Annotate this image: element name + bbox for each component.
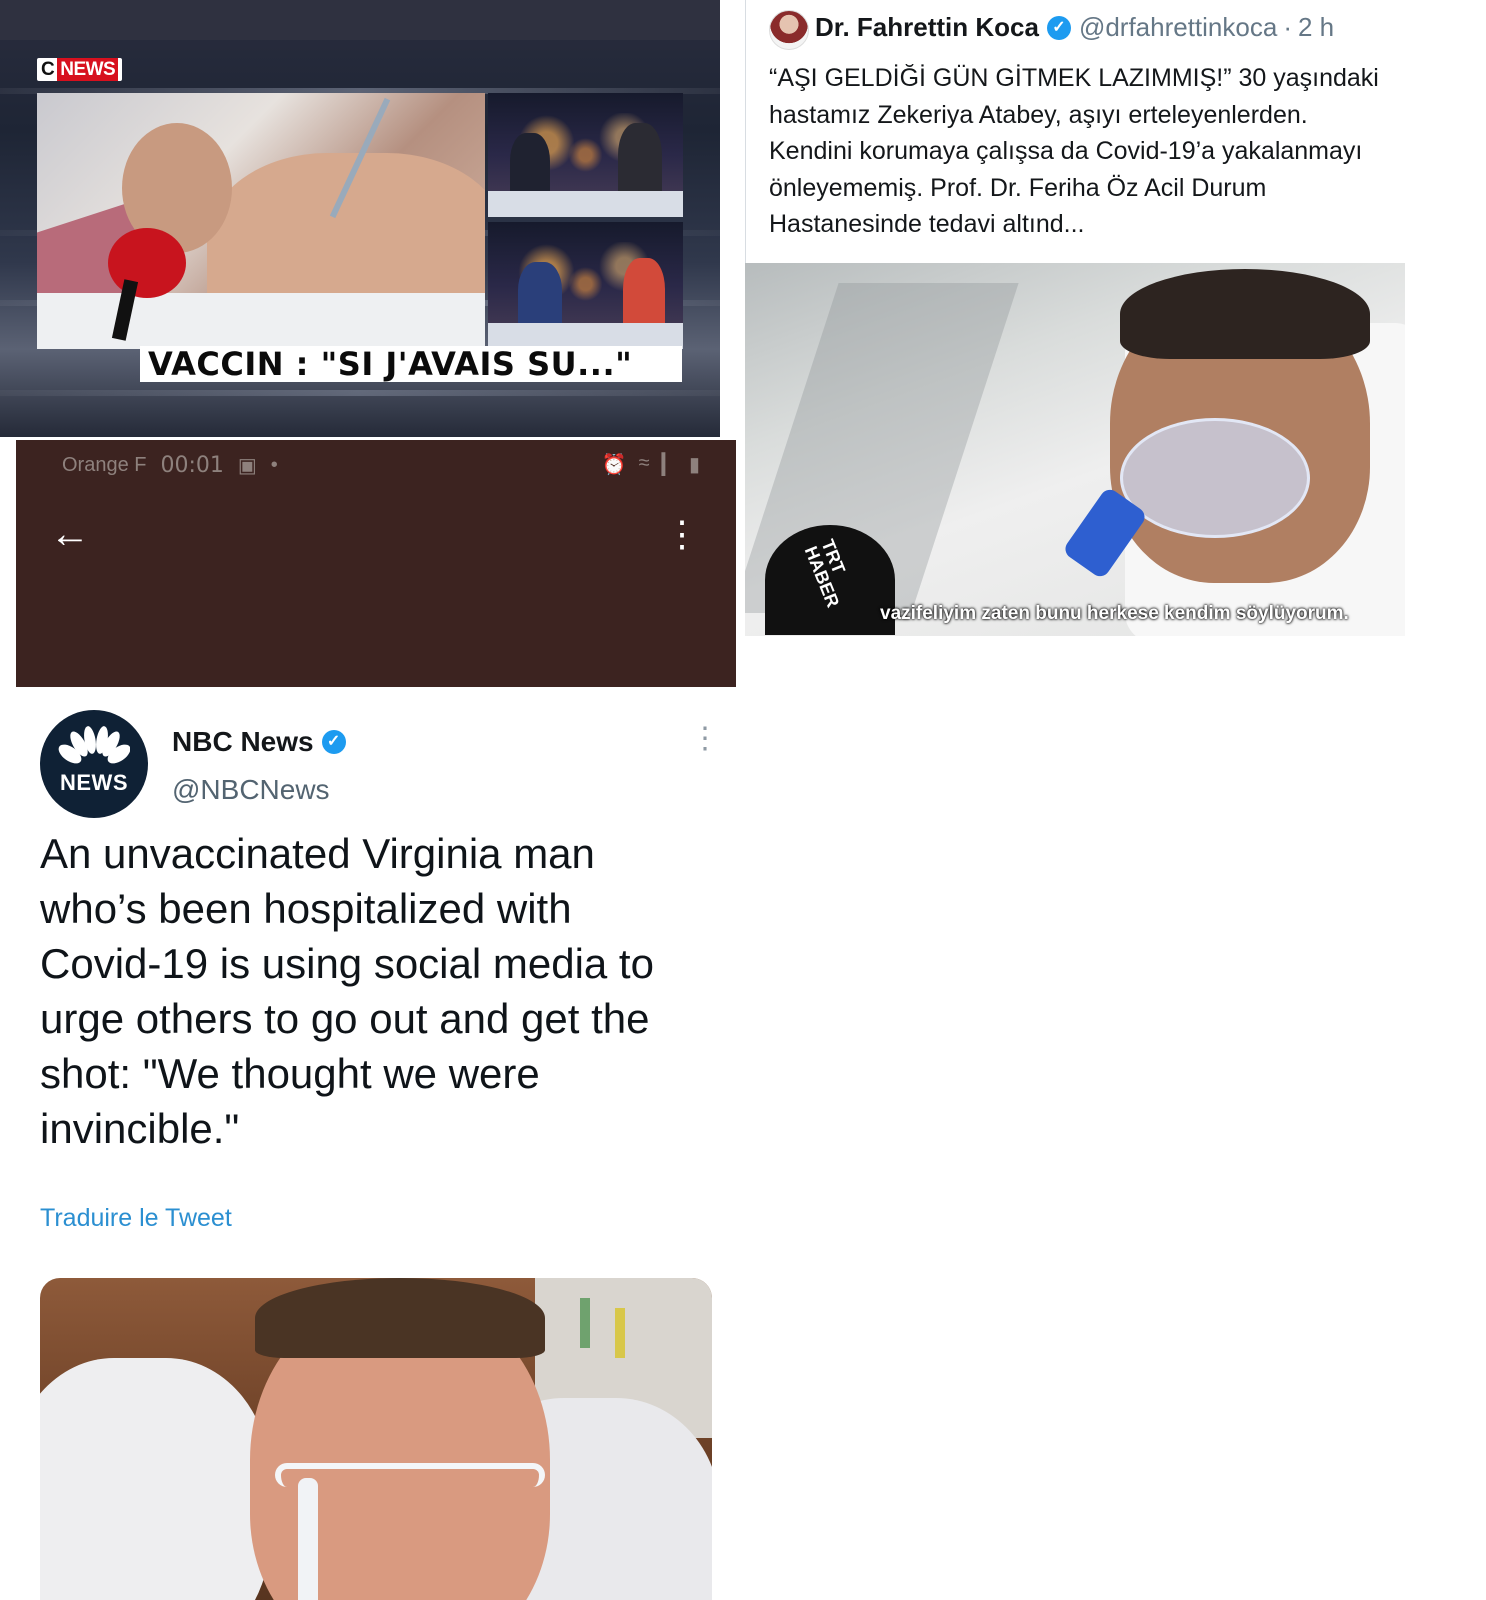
cnews-logo: C NEWS [37,58,123,81]
verified-badge-icon: ✓ [321,730,346,754]
back-arrow-icon[interactable]: ← [50,512,90,557]
cnews-logo-c: C [41,58,55,80]
bed-sheet [37,293,485,349]
more-vertical-icon[interactable]: ⋮ [690,724,720,754]
tweet-age: 2 h [1298,12,1335,42]
signal-icon: ▎ [661,454,677,476]
author-handle[interactable]: @drfahrettinkoca [1079,12,1277,43]
peacock-icon [58,726,130,764]
alarm-icon: ⏰ [601,454,627,476]
tweet-media-video[interactable]: TRT HABER vazifeliyim zaten bunu herkese… [745,263,1405,636]
presenter [518,262,562,332]
carrier-label: Orange F [62,453,147,476]
tweet-text: “AŞI GELDİĞİ GÜN GİTMEK LAZIMMIŞ!” 30 ya… [769,64,1379,238]
author-name[interactable]: NBC News [172,726,314,758]
tweet-text: An unvaccinated Virginia man who’s been … [40,830,654,1152]
status-bar-right: ⏰ ≈ ▎ ▮ [602,452,700,477]
cnews-logo-news: NEWS [57,58,119,81]
tweet-media-image[interactable] [40,1278,712,1600]
divider [745,0,746,265]
tweet-header: Dr. Fahrettin Koca ✓ @drfahrettinkoca · … [815,12,1334,43]
studio-image-bottom [488,222,683,349]
nbc-avatar-word: NEWS [60,770,128,795]
video-subtitle: vazifeliyim zaten bunu herkese kendim sö… [880,603,1349,624]
avatar[interactable]: NEWS [40,710,148,818]
dot-indicator-icon: • [270,453,278,476]
cnews-screenshot: C NEWS VACCIN : "SI J'AVAIS SU..." [0,0,720,437]
trt-microphone: TRT HABER [765,525,895,635]
cnews-top-band [0,0,720,40]
cnews-microphone [108,228,186,298]
wifi-icon: ≈ [638,452,650,474]
author-name[interactable]: Dr. Fahrettin Koca [815,12,1039,43]
android-app-bar: Orange F 00:01 ▣ • ⏰ ≈ ▎ ▮ ← ⋮ [16,440,736,687]
cnews-headline-banner: VACCIN : "SI J'AVAIS SU..." [140,345,682,383]
motion-streak [0,390,720,396]
hospital-patient-image [37,93,485,349]
studio-image-top [488,93,683,217]
trt-mic-label: TRT HABER [801,537,859,611]
author-handle[interactable]: @NBCNews [172,774,330,806]
clock: 00:01 [160,452,224,478]
patient-hair [255,1278,545,1358]
author-name-row: NBC News ✓ [172,726,354,758]
verified-badge-icon: ✓ [1046,15,1071,40]
oxygen-tube [298,1478,318,1600]
status-bar-left: Orange F 00:01 ▣ • [62,450,278,480]
patient-hair [1120,269,1370,359]
image-notification-icon: ▣ [237,454,257,477]
gas-valve [615,1308,625,1358]
avatar[interactable] [769,10,809,50]
tweet-nbc-news[interactable]: NEWS NBC News ✓ @NBCNews ⋮ An unvaccinat… [0,690,740,1600]
gas-valve [580,1298,590,1348]
separator-dot: · [1283,12,1292,42]
tweet-fahrettin-koca[interactable]: Dr. Fahrettin Koca ✓ @drfahrettinkoca · … [745,0,1405,645]
battery-icon: ▮ [688,454,700,476]
translate-tweet-link[interactable]: Traduire le Tweet [40,1204,232,1233]
oxygen-mask [1120,418,1310,538]
more-vertical-icon[interactable]: ⋮ [664,516,700,552]
pillow [40,1358,270,1600]
studio-desk [488,191,683,217]
